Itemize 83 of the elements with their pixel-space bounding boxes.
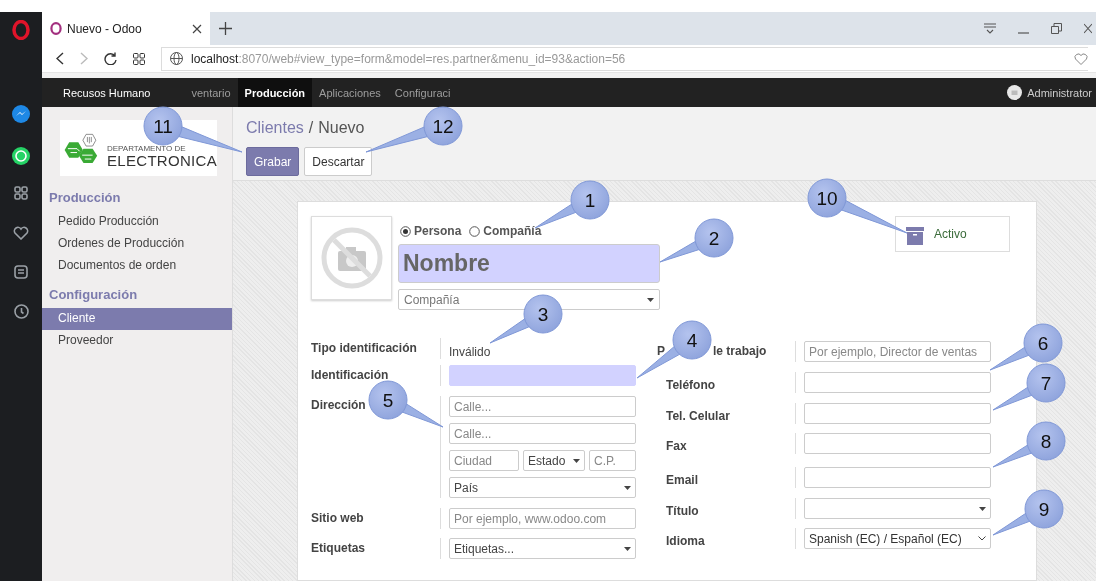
- breadcrumb-current: Nuevo: [318, 119, 365, 137]
- logo-subtitle: DEPARTAMENTO DE: [107, 144, 187, 153]
- globe-icon: [170, 52, 183, 65]
- sidebar-item[interactable]: Cliente: [42, 308, 232, 330]
- dropdown-field[interactable]: Estado: [523, 450, 585, 471]
- input-field[interactable]: C.P.: [589, 450, 636, 471]
- dropdown-field[interactable]: [804, 498, 991, 519]
- caret-icon: [624, 485, 631, 490]
- sidebar-heading: Producción: [48, 189, 122, 207]
- field-label: Email: [666, 473, 698, 487]
- reload-icon[interactable]: [104, 52, 117, 65]
- new-tab-plus-icon[interactable]: [218, 22, 232, 35]
- field-label: Identificación: [311, 368, 389, 382]
- field-label: Idioma: [666, 534, 705, 548]
- no-camera-icon: [320, 227, 383, 289]
- tab-title: Nuevo - Odoo: [67, 21, 143, 36]
- field-label: Título: [666, 504, 699, 518]
- logo-title: ELECTRONICA: [107, 152, 217, 168]
- news-icon[interactable]: [14, 265, 28, 279]
- field-label: P: [657, 344, 665, 360]
- user-menu[interactable]: Administrator: [1027, 86, 1092, 99]
- discard-button[interactable]: Descartar: [304, 147, 373, 176]
- breadcrumb-link[interactable]: Clientes: [246, 119, 304, 137]
- opera-logo-icon[interactable]: [12, 20, 30, 40]
- grid-icon[interactable]: [14, 186, 28, 200]
- browser-tab[interactable]: Nuevo - Odoo: [42, 12, 210, 45]
- menu-item[interactable]: Aplicaciones: [312, 78, 388, 107]
- field-label: Dirección: [311, 398, 366, 412]
- field-label: Etiquetas: [311, 541, 365, 555]
- input-field[interactable]: [804, 372, 991, 393]
- opera-logo-icon: [50, 22, 62, 35]
- tabs-grid-icon[interactable]: [133, 52, 145, 65]
- tab-menu-icon[interactable]: [984, 23, 996, 34]
- field-label: Tipo identificación: [311, 341, 417, 355]
- input-field[interactable]: [804, 433, 991, 454]
- active-toggle-button[interactable]: Activo: [895, 216, 1010, 252]
- sidebar-item[interactable]: Documentos de orden: [42, 255, 232, 277]
- clock-icon[interactable]: [13, 304, 29, 319]
- messenger-icon[interactable]: [11, 104, 31, 124]
- field-label: Teléfono: [666, 378, 716, 392]
- field-label: le trabajo: [713, 344, 767, 360]
- avatar-icon: [1007, 85, 1023, 100]
- whatsapp-icon[interactable]: [11, 146, 31, 166]
- sidebar-heading: Configuración: [48, 286, 139, 304]
- dropdown-field[interactable]: Spanish (EC) / Español (EC): [804, 528, 991, 549]
- menu-item[interactable]: ventario: [191, 78, 238, 107]
- menu-item[interactable]: Configuraci: [387, 78, 458, 107]
- caret-icon: [979, 506, 986, 511]
- input-field[interactable]: Calle...: [449, 423, 636, 444]
- input-field[interactable]: Ciudad: [449, 450, 519, 471]
- chevron-down-icon: [978, 536, 986, 541]
- close-icon[interactable]: [1084, 23, 1092, 34]
- sidebar-item[interactable]: Proveedor: [42, 330, 232, 352]
- sidebar-item[interactable]: Pedido Producción: [42, 211, 232, 233]
- caret-icon: [624, 546, 631, 551]
- menu-item[interactable]: Producción: [237, 78, 313, 107]
- input-field[interactable]: Por ejemplo, www.odoo.com: [449, 508, 636, 529]
- dropdown-field[interactable]: País: [449, 477, 636, 498]
- caret-icon: [647, 297, 654, 302]
- caret-icon: [573, 458, 580, 463]
- close-icon[interactable]: [192, 23, 202, 34]
- save-button[interactable]: Grabar: [246, 147, 300, 176]
- dropdown-field[interactable]: Etiquetas...: [449, 538, 636, 559]
- sidebar-item[interactable]: Ordenes de Producción: [42, 233, 232, 255]
- heart-icon[interactable]: [13, 226, 29, 240]
- radio-option[interactable]: Persona: [400, 224, 462, 238]
- url-text: localhost:8070/web#view_type=form&model=res.partner&menu_id=93&action=56: [191, 51, 626, 66]
- input-field[interactable]: [804, 467, 991, 488]
- field-label: Fax: [666, 439, 687, 453]
- back-icon[interactable]: [56, 52, 64, 65]
- field-label: Tel. Celular: [666, 409, 730, 423]
- restore-icon[interactable]: [1051, 23, 1062, 34]
- address-bar[interactable]: localhost:8070/web#view_type=form&model=res.partner&menu_id=93&action=56: [161, 46, 1088, 71]
- menu-item[interactable]: Recusos Humano: [56, 78, 158, 107]
- field-label: Sitio web: [311, 511, 364, 525]
- breadcrumb-separator: /: [308, 119, 314, 137]
- name-field[interactable]: Nombre: [398, 244, 660, 283]
- input-field[interactable]: Calle...: [449, 396, 636, 417]
- input-field[interactable]: [804, 403, 991, 424]
- input-field[interactable]: [449, 365, 636, 386]
- field-value: Inválido: [449, 344, 492, 359]
- archive-box-icon: [906, 227, 924, 245]
- input-field[interactable]: Por ejemplo, Director de ventas: [804, 341, 991, 362]
